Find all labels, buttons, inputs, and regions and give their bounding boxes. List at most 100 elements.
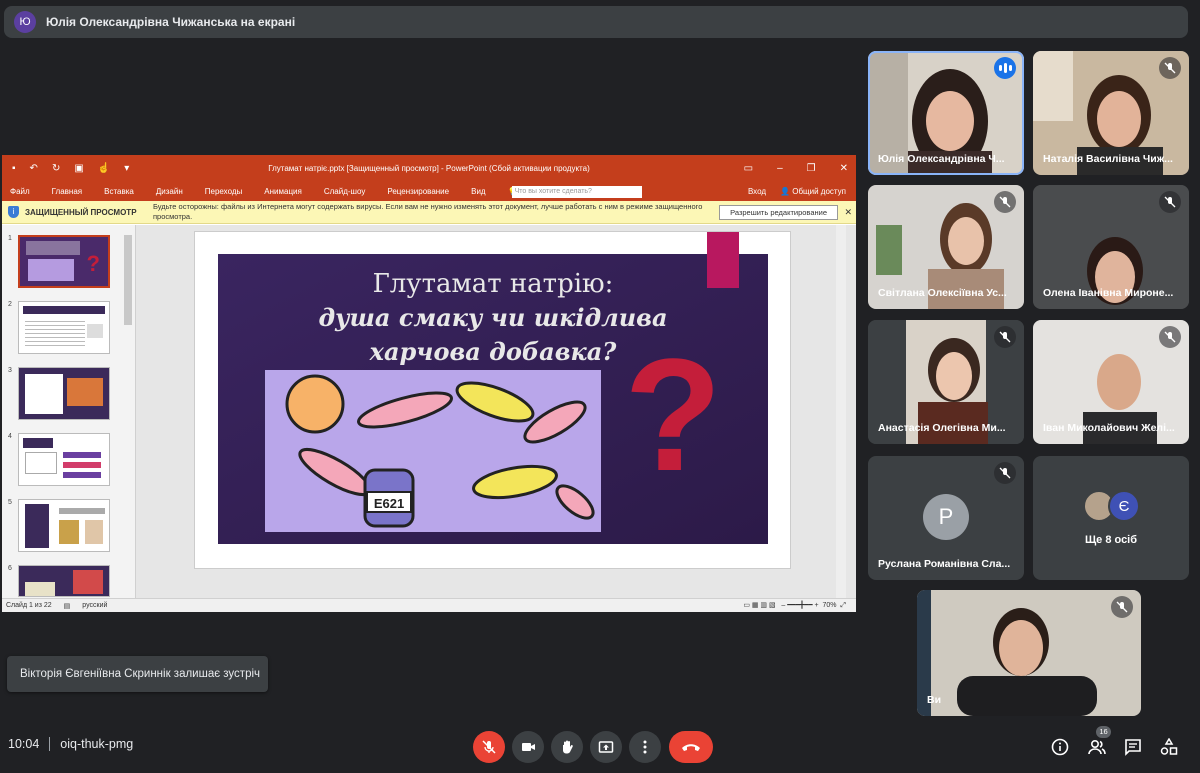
slide-title-line2: душа смаку чи шкідлива — [318, 303, 667, 332]
tab-slideshow: Слайд-шоу — [323, 187, 366, 196]
self-view-tile[interactable]: Ви — [917, 590, 1141, 716]
raise-hand-button[interactable] — [551, 731, 583, 763]
protected-view-message: Будьте осторожны: файлы из Интернета мог… — [153, 202, 703, 221]
thumb-number: 5 — [8, 499, 12, 506]
slide-graphic: E621 Глутамат натрію: душа смаку чи шкід… — [218, 232, 768, 544]
speaking-indicator-icon — [994, 57, 1016, 79]
mic-off-icon — [994, 191, 1016, 213]
shield-icon: i — [8, 206, 19, 218]
divider — [49, 737, 51, 751]
thumb-number: 6 — [8, 565, 12, 572]
more-participants-tile[interactable]: Є Ще 8 осіб — [1033, 456, 1189, 580]
participant-name: Анастасія Олегівна Ми... — [878, 422, 1006, 434]
person-icon: 👤 — [780, 187, 791, 196]
thumbnail-scrollbar — [124, 235, 132, 325]
meeting-info: 10:04 oiq-thuk-pmg — [8, 737, 133, 751]
meeting-details-button[interactable] — [1049, 736, 1071, 758]
mic-off-icon — [1159, 326, 1181, 348]
minimize-icon: – — [777, 163, 783, 174]
participant-tile[interactable]: Іван Миколайович Желі... — [1033, 320, 1189, 444]
more-options-button[interactable] — [629, 731, 661, 763]
slide-scrollbar — [836, 225, 846, 598]
present-screen-button[interactable] — [590, 731, 622, 763]
slide-thumbnails: 1 ? 2 3 4 5 6 — [2, 225, 136, 598]
participant-tile[interactable]: Р Руслана Романівна Сла... — [868, 456, 1024, 580]
shared-screen: ▪ ↶ ↻ ▣ ☝ ▾ Глутамат натріє.pptx [Защище… — [2, 155, 856, 612]
participants-button[interactable] — [1086, 736, 1108, 758]
participant-avatar: Є — [1108, 490, 1140, 522]
thumb-number: 4 — [8, 433, 12, 440]
ppt-workspace: 1 ? 2 3 4 5 6 E621 Глутамат натрію: душа… — [2, 225, 856, 598]
slide-counter: Слайд 1 из 22 — [6, 602, 52, 609]
participant-tile[interactable]: Анастасія Олегівна Ми... — [868, 320, 1024, 444]
slide-thumbnail — [18, 367, 110, 420]
tellme-search: Что вы хотите сделать? — [511, 185, 642, 198]
ppt-ribbon-tabs: Файл Главная Вставка Дизайн Переходы Ани… — [2, 182, 856, 201]
presenting-text: Юлія Олександрівна Чижанська на екрані — [46, 15, 296, 29]
more-participants-label: Ще 8 осіб — [1084, 534, 1138, 546]
hand-icon — [563, 740, 573, 754]
participant-avatar: Р — [923, 494, 969, 540]
mic-off-icon — [994, 326, 1016, 348]
participant-name: Іван Миколайович Желі... — [1043, 422, 1175, 434]
tab-design: Дизайн — [155, 187, 183, 196]
participant-tile[interactable]: Юлія Олександрівна Ч... — [868, 51, 1024, 175]
slide-editor: E621 Глутамат натрію: душа смаку чи шкід… — [138, 225, 846, 598]
tab-insert: Вставка — [104, 187, 134, 196]
presenting-banner: Ю Юлія Олександрівна Чижанська на екрані — [4, 6, 1188, 38]
info-icon — [1051, 738, 1069, 756]
ribbon-options-icon: ▭ — [743, 163, 754, 174]
language-label: русский — [82, 602, 108, 609]
mic-off-icon — [1159, 57, 1181, 79]
tab-review: Рецензирование — [387, 187, 450, 196]
participant-name: Олена Іванівна Мироне... — [1043, 287, 1174, 299]
close-icon: ✕ — [839, 163, 848, 174]
close-icon: ✕ — [844, 206, 852, 217]
participant-tile[interactable]: Наталія Василівна Чиж... — [1033, 51, 1189, 175]
tab-animations: Анимация — [264, 187, 302, 196]
mic-off-icon — [482, 740, 496, 754]
participant-name: Наталія Василівна Чиж... — [1043, 153, 1173, 165]
slide-title-line3: харчова добавка? — [369, 337, 618, 366]
meeting-code: oiq-thuk-pmg — [60, 737, 134, 751]
camera-toggle-button[interactable] — [512, 731, 544, 763]
ppt-document-title: Глутамат натріє.pptx [Защищенный просмот… — [268, 164, 590, 173]
thumb-number: 3 — [8, 367, 12, 374]
share-button: 👤 Общий доступ — [780, 187, 846, 196]
participants-count-badge: 16 — [1096, 726, 1111, 738]
participant-tile[interactable]: Олена Іванівна Мироне... — [1033, 185, 1189, 309]
participant-name: Руслана Романівна Сла... — [878, 558, 1010, 570]
ppt-title-bar: ▪ ↶ ↻ ▣ ☝ ▾ Глутамат натріє.pptx [Защище… — [2, 155, 856, 182]
mic-toggle-button[interactable] — [473, 731, 505, 763]
people-icon — [1088, 739, 1106, 755]
activities-button[interactable] — [1158, 736, 1180, 758]
present-icon — [598, 741, 614, 753]
mic-off-icon — [1159, 191, 1181, 213]
clock: 10:04 — [8, 737, 40, 751]
chat-button[interactable] — [1122, 736, 1144, 758]
protected-view-bar: i ЗАЩИЩЕННЫЙ ПРОСМОТР Будьте осторожны: … — [2, 201, 856, 224]
slide-thumbnail — [18, 499, 110, 552]
activities-icon — [1160, 738, 1178, 755]
share-label: Общий доступ — [792, 187, 846, 196]
participant-tile[interactable]: Світлана Олексіївна Ус... — [868, 185, 1024, 309]
tab-home: Главная — [51, 187, 83, 196]
tab-view: Вид — [471, 187, 486, 196]
tab-transitions: Переходы — [204, 187, 243, 196]
leave-call-button[interactable] — [669, 731, 713, 763]
participant-name: Юлія Олександрівна Ч... — [878, 153, 1005, 165]
zoom-controls: ▭ ▦ ▥ ▧ – ━━━╋━━ + 70% ⤢ — [743, 602, 846, 609]
slide-thumbnail — [18, 565, 110, 597]
camera-icon — [522, 743, 535, 751]
thumb-number: 1 — [8, 235, 12, 242]
leave-notification: Вікторія Євгеніївна Скриннік залишає зус… — [7, 656, 268, 692]
mic-off-icon — [994, 462, 1016, 484]
zoom-level: 70% — [822, 602, 837, 609]
mic-off-icon — [1111, 596, 1133, 618]
chat-icon — [1125, 739, 1141, 756]
protected-view-label: ЗАЩИЩЕННЫЙ ПРОСМОТР — [25, 207, 137, 217]
slide-page: E621 Глутамат натрію: душа смаку чи шкід… — [194, 231, 791, 569]
signin-link: Вход — [747, 187, 767, 196]
participant-name: Світлана Олексіївна Ус... — [878, 287, 1007, 299]
thumb-number: 2 — [8, 301, 12, 308]
